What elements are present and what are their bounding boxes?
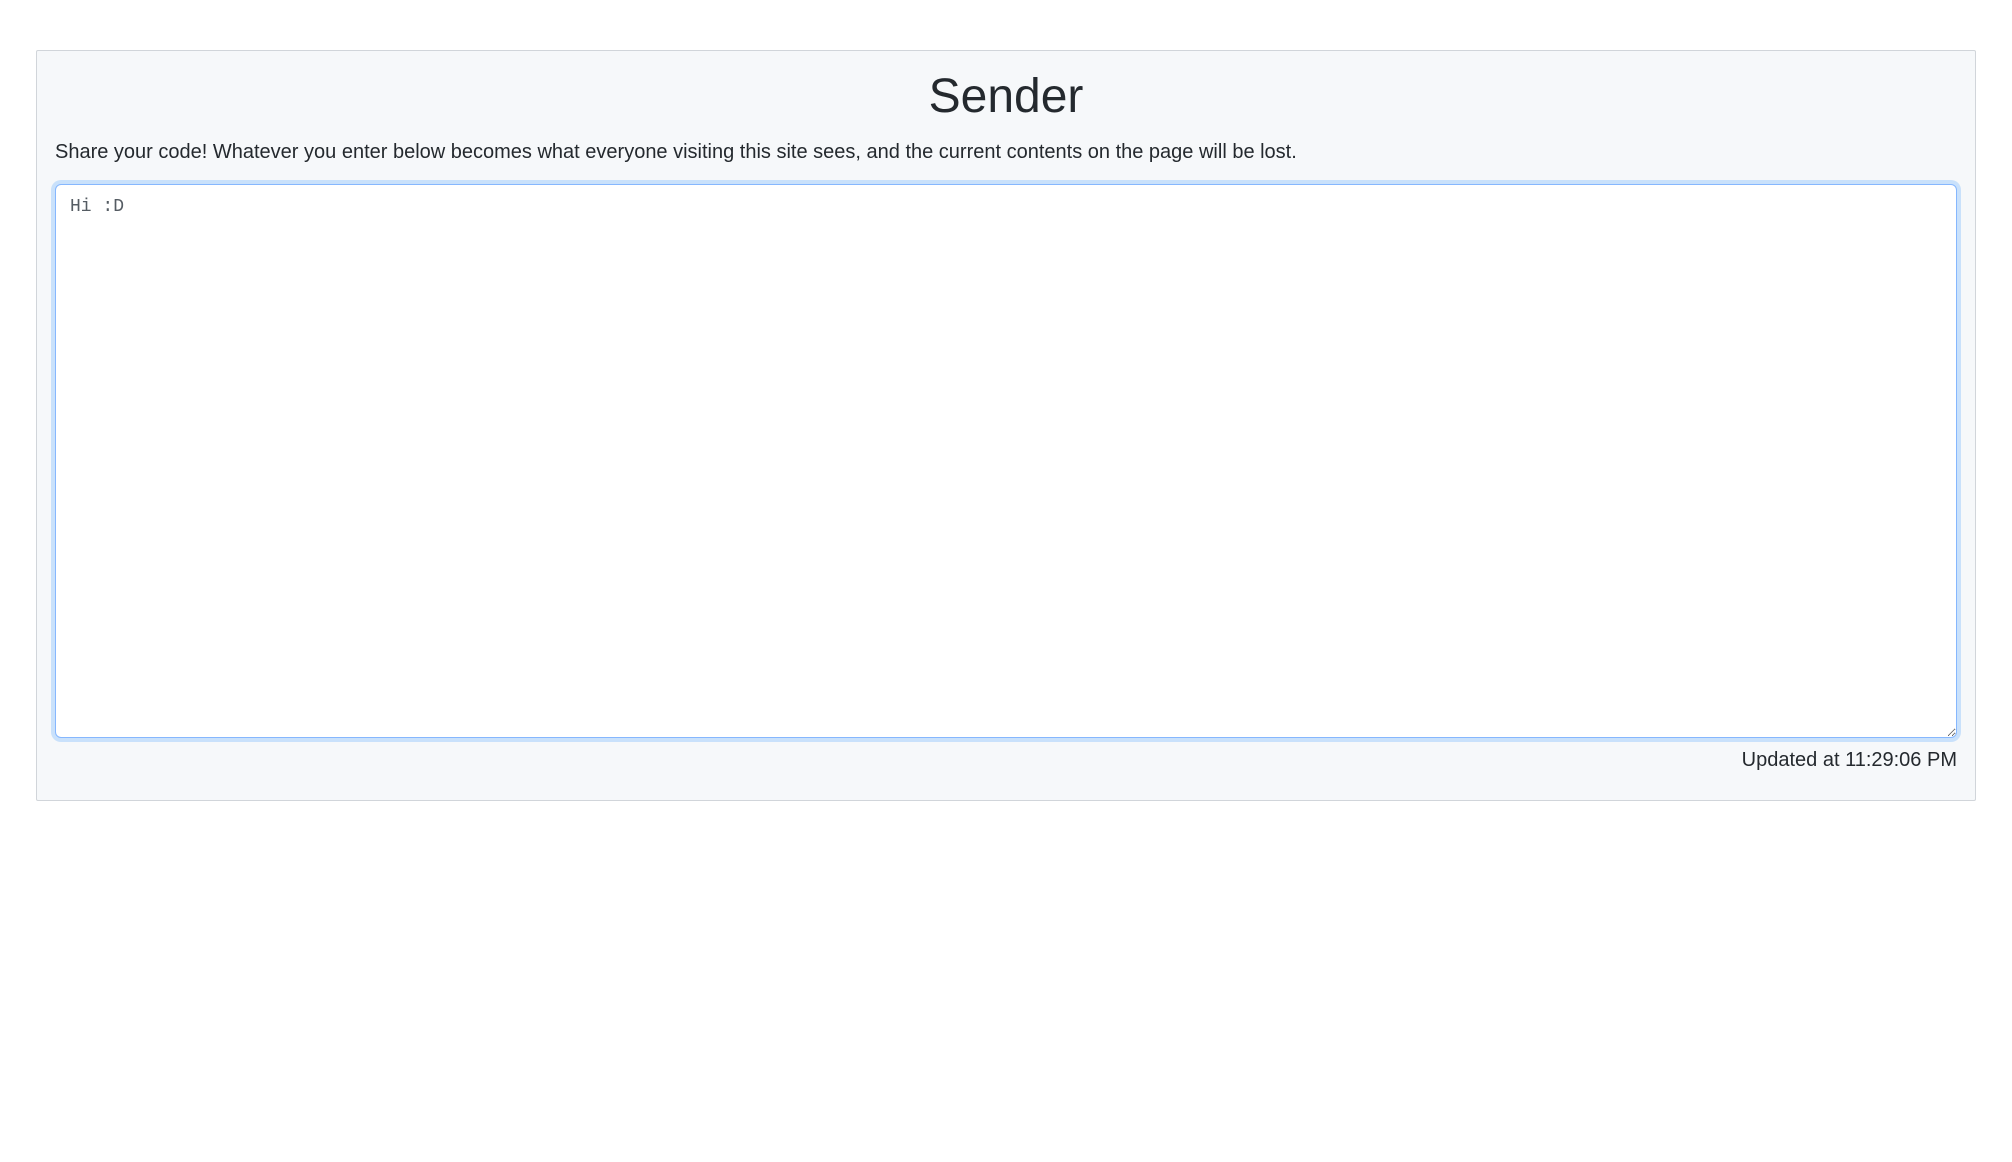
sender-panel: Sender Share your code! Whatever you ent…	[36, 50, 1976, 801]
textarea-wrapper	[55, 184, 1957, 743]
code-input[interactable]	[55, 184, 1957, 738]
page-title: Sender	[55, 69, 1957, 124]
updated-timestamp: Updated at 11:29:06 PM	[55, 749, 1957, 772]
page-description: Share your code! Whatever you enter belo…	[55, 138, 1957, 166]
